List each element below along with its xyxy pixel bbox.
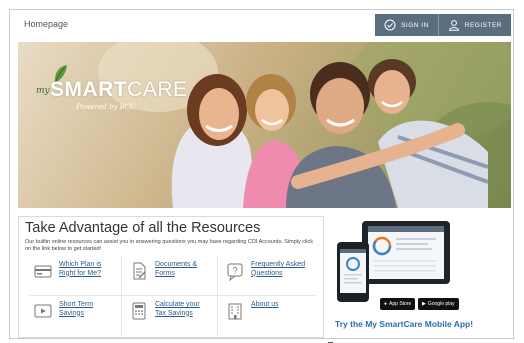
dashboard-preview bbox=[368, 226, 444, 272]
play-icon: ▶ bbox=[422, 301, 426, 307]
resource-documents[interactable]: Documents & Forms bbox=[129, 261, 207, 281]
sign-in-button[interactable]: SIGN IN bbox=[375, 14, 438, 36]
resource-about-us[interactable]: About us bbox=[225, 301, 303, 321]
grid-divider bbox=[121, 257, 122, 335]
app-store-label: App Store bbox=[389, 301, 412, 307]
top-bar: Homepage SIGN IN REGISTER bbox=[10, 10, 513, 42]
homepage-link[interactable]: Homepage bbox=[24, 19, 68, 29]
apple-icon: ● bbox=[384, 301, 388, 307]
mobile-app-promo: ● App Store ▶ Google play Try the My Sma… bbox=[332, 216, 473, 338]
phone-dashboard-preview bbox=[340, 249, 366, 284]
user-icon bbox=[448, 20, 459, 31]
google-play-badge[interactable]: ▶ Google play bbox=[418, 298, 459, 310]
resource-tax-savings[interactable]: Calculate your Tax Savings bbox=[129, 301, 207, 321]
grid-divider bbox=[29, 295, 317, 296]
video-player-icon bbox=[34, 304, 52, 318]
page-frame: Homepage SIGN IN REGISTER my SMARTCARE P… bbox=[9, 9, 514, 343]
tablet-screen bbox=[368, 226, 444, 279]
resource-label[interactable]: Short Term Savings bbox=[59, 301, 111, 318]
phone-screen bbox=[340, 249, 366, 293]
resource-which-plan[interactable]: Which Plan is Right for Me? bbox=[33, 261, 111, 281]
resource-short-term-savings[interactable]: Short Term Savings bbox=[33, 301, 111, 321]
mobile-app-link[interactable]: Try the My SmartCare Mobile App! bbox=[335, 319, 473, 329]
svg-text:?: ? bbox=[232, 266, 237, 276]
calculator-icon bbox=[132, 302, 146, 320]
grid-divider bbox=[217, 257, 218, 335]
resource-faq[interactable]: ? Frequently Asked Questions bbox=[225, 261, 321, 281]
register-button[interactable]: REGISTER bbox=[437, 14, 511, 36]
sign-in-label: SIGN IN bbox=[401, 21, 429, 29]
resource-label[interactable]: Which Plan is Right for Me? bbox=[59, 261, 111, 278]
resource-label[interactable]: Documents & Forms bbox=[155, 261, 207, 278]
sign-in-check-icon bbox=[384, 19, 396, 31]
hero-banner: my SMARTCARE Powered by BCC bbox=[18, 42, 511, 208]
logo-tagline: Powered by BCC bbox=[76, 103, 136, 111]
register-label: REGISTER bbox=[464, 21, 502, 29]
auth-buttons: SIGN IN REGISTER bbox=[375, 14, 511, 36]
logo-care: CARE bbox=[127, 78, 188, 101]
resources-panel: Take Advantage of all the Resources Our … bbox=[18, 216, 324, 338]
app-store-badge[interactable]: ● App Store bbox=[380, 298, 416, 310]
logo-smart: SMART bbox=[50, 78, 128, 101]
logo-wordmark: SMARTCARE bbox=[50, 78, 188, 102]
tablet-device bbox=[362, 221, 450, 284]
resources-title: Take Advantage of all the Resources bbox=[25, 220, 261, 236]
family-photo bbox=[98, 42, 511, 208]
faq-question-icon: ? bbox=[227, 263, 243, 281]
resource-label[interactable]: Frequently Asked Questions bbox=[251, 261, 321, 278]
resources-description: Our builtin online resources can assist … bbox=[25, 239, 313, 252]
resource-label[interactable]: About us bbox=[251, 301, 303, 310]
building-icon bbox=[228, 303, 242, 320]
phone-device bbox=[337, 242, 369, 302]
resource-label[interactable]: Calculate your Tax Savings bbox=[155, 301, 207, 318]
document-icon bbox=[133, 262, 146, 280]
logo-prefix: my bbox=[36, 86, 50, 96]
credit-card-icon bbox=[34, 265, 52, 278]
google-play-label: Google play bbox=[427, 301, 455, 307]
